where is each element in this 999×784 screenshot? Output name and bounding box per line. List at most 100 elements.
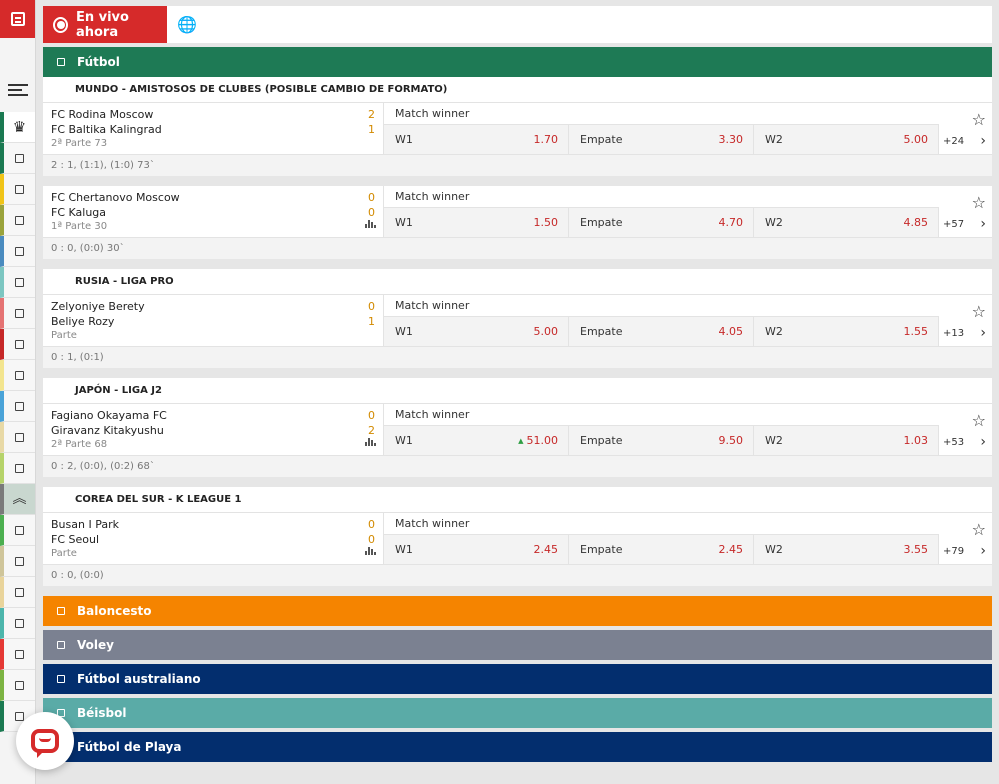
match-row[interactable]: FC Rodina Moscow 2 FC Baltika Kalingrad 1 … [43, 103, 992, 155]
odd-w2[interactable]: W2 4.85 [754, 208, 939, 237]
match-row[interactable]: Fagiano Okayama FC 0 Giravanz Kitakyushu 2… [43, 404, 992, 456]
sidebar-sport-item[interactable] [0, 391, 35, 422]
match-row[interactable]: FC Chertanovo Moscow 0 FC Kaluga 0 1ª Part… [43, 186, 992, 238]
sidebar-sport-item[interactable] [0, 639, 35, 670]
sidebar-sport-item[interactable] [0, 453, 35, 484]
sidebar-sport-item[interactable] [0, 329, 35, 360]
more-markets-button[interactable]: +57 › [939, 212, 992, 238]
sidebar-collapse-button[interactable]: ︽ [0, 484, 35, 515]
chevron-right-icon: › [980, 133, 986, 150]
sidebar-sport-item[interactable] [0, 360, 35, 391]
more-count: +57 [943, 218, 965, 230]
menu-icon [7, 84, 28, 96]
sidebar-sport-item[interactable] [0, 298, 35, 329]
home-score: 0 [368, 191, 375, 204]
match-teams[interactable]: Zelyoniye Berety 0 Beliye Rozy 1 Parte [43, 295, 384, 346]
odd-w1[interactable]: W1 1.50 [384, 208, 569, 237]
sidebar-item-favorites[interactable]: ♛ [0, 112, 35, 143]
sidebar-sport-item[interactable] [0, 267, 35, 298]
odds-panel: Match winner W1 1.70 Empate 3.30 W2 5.00 [384, 103, 939, 154]
away-team: Beliye Rozy [51, 315, 115, 328]
odd-draw[interactable]: Empate 3.30 [569, 125, 754, 154]
odd-w1[interactable]: W1 1.70 [384, 125, 569, 154]
odd-w2[interactable]: W2 3.55 [754, 535, 939, 564]
odd-draw[interactable]: Empate 4.05 [569, 317, 754, 346]
odd-label: W1 [395, 133, 413, 146]
more-markets-button[interactable]: +53 › [939, 430, 992, 456]
sidebar-sport-item[interactable] [0, 205, 35, 236]
odd-w2-value: 1.03 [903, 434, 929, 447]
odd-w1[interactable]: W1 2.45 [384, 535, 569, 564]
match-stats: 0 : 0, (0:0) [43, 565, 992, 586]
star-icon[interactable]: ☆ [939, 186, 992, 212]
sidebar-sport-item[interactable] [0, 577, 35, 608]
match-extra: ☆ +13 › [939, 295, 992, 346]
menu-button[interactable] [0, 68, 35, 112]
sidebar-sport-item[interactable] [0, 174, 35, 205]
league-header[interactable]: MUNDO - AMISTOSOS DE CLUBES (POSIBLE CAM… [43, 77, 992, 103]
sport-name: Voley [77, 638, 114, 652]
odd-w2[interactable]: W2 5.00 [754, 125, 939, 154]
league-header[interactable]: JAPÓN - LIGA J2 [43, 378, 992, 404]
league-header[interactable]: COREA DEL SUR - K LEAGUE 1 [43, 487, 992, 513]
sport-header[interactable]: Fútbol australiano [43, 664, 992, 694]
odd-draw-value: 4.70 [718, 216, 744, 229]
match-row[interactable]: Zelyoniye Berety 0 Beliye Rozy 1 Parte Mat… [43, 295, 992, 347]
collapse-box-icon [57, 58, 65, 66]
star-icon[interactable]: ☆ [939, 513, 992, 539]
sidebar-sport-item[interactable] [0, 143, 35, 174]
sport-icon [15, 339, 24, 349]
match-extra: ☆ +57 › [939, 186, 992, 237]
main-content: En vivo ahora 🌐 Fútbol MUNDO - AMISTOSOS… [43, 6, 992, 766]
match-extra: ☆ +24 › [939, 103, 992, 154]
odd-draw[interactable]: Empate 9.50 [569, 426, 754, 455]
more-markets-button[interactable]: +24 › [939, 129, 992, 155]
stats-icon[interactable] [365, 438, 376, 446]
odd-draw[interactable]: Empate 2.45 [569, 535, 754, 564]
more-count: +13 [943, 327, 965, 339]
odd-w2[interactable]: W2 1.03 [754, 426, 939, 455]
more-markets-button[interactable]: +13 › [939, 321, 992, 347]
stats-icon[interactable] [365, 547, 376, 555]
match-teams[interactable]: Fagiano Okayama FC 0 Giravanz Kitakyushu 2… [43, 404, 384, 455]
sport-icon [15, 649, 24, 659]
globe-icon[interactable]: 🌐 [177, 15, 197, 34]
away-score: 2 [368, 424, 375, 437]
star-icon[interactable]: ☆ [939, 404, 992, 430]
more-markets-button[interactable]: +79 › [939, 539, 992, 565]
away-score: 0 [368, 206, 375, 219]
sport-header[interactable]: Baloncesto [43, 596, 992, 626]
sidebar-sport-item[interactable] [0, 236, 35, 267]
sidebar-sport-item[interactable] [0, 515, 35, 546]
odd-value: 5.00 [534, 325, 559, 338]
away-team: Giravanz Kitakyushu [51, 424, 164, 437]
match-teams[interactable]: FC Chertanovo Moscow 0 FC Kaluga 0 1ª Part… [43, 186, 384, 237]
sport-header[interactable]: Fútbol de Playa [43, 732, 992, 762]
league-header[interactable]: RUSIA - LIGA PRO [43, 269, 992, 295]
star-icon[interactable]: ☆ [939, 103, 992, 129]
odd-draw-value: 4.05 [718, 325, 744, 338]
sidebar-sport-item[interactable] [0, 608, 35, 639]
odd-draw[interactable]: Empate 4.70 [569, 208, 754, 237]
odd-w2[interactable]: W2 1.55 [754, 317, 939, 346]
chat-button[interactable] [16, 712, 74, 770]
sidebar-sport-item[interactable] [0, 670, 35, 701]
match-teams[interactable]: Busan I Park 0 FC Seoul 0 Parte [43, 513, 384, 564]
home-score: 0 [368, 518, 375, 531]
match-stats: 0 : 0, (0:0) 30` [43, 238, 992, 259]
odd-w1[interactable]: W1 ▲ 51.00 [384, 426, 569, 455]
sport-header[interactable]: Voley [43, 630, 992, 660]
match-teams[interactable]: FC Rodina Moscow 2 FC Baltika Kalingrad 1 … [43, 103, 384, 154]
live-now-label: En vivo ahora [75, 9, 129, 40]
sidebar-sport-item[interactable] [0, 422, 35, 453]
bet-slip-button[interactable] [0, 0, 35, 38]
star-icon[interactable]: ☆ [939, 295, 992, 321]
live-now-tab[interactable]: En vivo ahora [43, 6, 167, 43]
stats-icon[interactable] [365, 220, 376, 228]
sidebar-sport-item[interactable] [0, 546, 35, 577]
sport-header-futbol[interactable]: Fútbol [43, 47, 992, 77]
odd-w1[interactable]: W1 5.00 [384, 317, 569, 346]
match-row[interactable]: Busan I Park 0 FC Seoul 0 Parte Match winn… [43, 513, 992, 565]
match-stats: 0 : 1, (0:1) [43, 347, 992, 368]
sport-header[interactable]: Béisbol [43, 698, 992, 728]
